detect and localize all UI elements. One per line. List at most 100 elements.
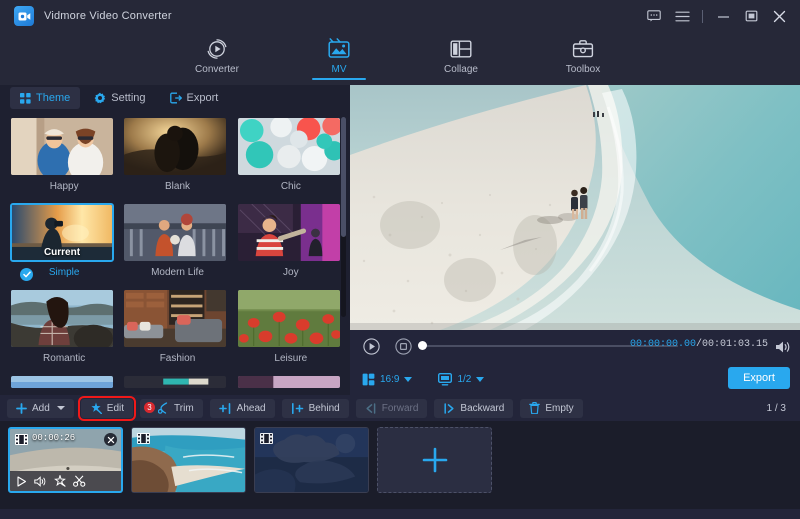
edit-label: Edit xyxy=(107,403,124,414)
chevron-down-icon[interactable] xyxy=(476,377,484,382)
edit-button[interactable]: Edit xyxy=(81,399,133,418)
theme-thumbnail xyxy=(10,289,114,348)
app-title: Vidmore Video Converter xyxy=(44,10,172,22)
add-clip-button[interactable] xyxy=(377,427,492,493)
trim-label: Trim xyxy=(174,403,194,414)
tab-theme-label: Theme xyxy=(36,92,70,104)
behind-button[interactable]: Behind xyxy=(282,399,349,418)
theme-row: Current Simple Modern Life xyxy=(0,203,350,279)
theme-thumbnail xyxy=(10,375,114,389)
theme-item-partial[interactable] xyxy=(123,375,231,389)
theme-panel-scrollbar[interactable] xyxy=(341,117,346,317)
theme-thumbnail xyxy=(123,375,227,389)
converter-icon xyxy=(206,37,228,61)
theme-row-partial xyxy=(0,375,350,389)
theme-grid: Happy Blank Chic xyxy=(0,111,350,395)
seek-handle[interactable] xyxy=(418,341,427,350)
theme-item-modern-life[interactable]: Modern Life xyxy=(123,203,231,279)
timeline-clip[interactable] xyxy=(254,427,369,493)
tab-setting-label: Setting xyxy=(111,92,145,104)
trim-icon xyxy=(158,402,169,414)
minimize-icon[interactable] xyxy=(710,3,736,29)
export-button[interactable]: Export xyxy=(728,367,790,389)
trash-icon xyxy=(529,402,540,414)
theme-label: Leisure xyxy=(237,352,345,365)
theme-row: Romantic Fashion Leisure xyxy=(0,289,350,365)
theme-item-romantic[interactable]: Romantic xyxy=(10,289,118,365)
play-icon[interactable] xyxy=(360,335,382,357)
clip-duration: 00:00:26 xyxy=(32,433,75,443)
tab-setting[interactable]: Setting xyxy=(84,87,155,109)
forward-icon xyxy=(365,403,377,414)
export-icon xyxy=(170,92,182,104)
trim-button[interactable]: 3 Trim xyxy=(140,399,203,418)
backward-button[interactable]: Backward xyxy=(434,399,513,418)
volume-icon[interactable] xyxy=(774,338,792,356)
theme-item-joy[interactable]: Joy xyxy=(237,203,345,279)
theme-current-badge: Current xyxy=(12,247,112,258)
theme-thumbnail xyxy=(123,117,227,176)
magic-wand-icon xyxy=(90,402,102,414)
timeline-track: 00:00:26 xyxy=(8,427,792,505)
clip-play-icon[interactable] xyxy=(16,476,27,487)
timeline-clip[interactable] xyxy=(131,427,246,493)
chevron-down-icon[interactable] xyxy=(404,377,412,382)
nav-label-mv: MV xyxy=(332,64,347,75)
empty-button[interactable]: Empty xyxy=(520,399,582,418)
theme-item-leisure[interactable]: Leisure xyxy=(237,289,345,365)
theme-panel: Theme Setting Export Happy xyxy=(0,85,350,395)
theme-label: Fashion xyxy=(123,352,231,365)
menu-icon[interactable] xyxy=(669,3,695,29)
clip-remove-icon[interactable] xyxy=(104,433,117,446)
ahead-button[interactable]: Ahead xyxy=(210,399,275,418)
theme-item-simple[interactable]: Current Simple xyxy=(10,203,118,279)
clip-timeline: 00:00:26 xyxy=(0,421,800,519)
player-controls: 00:00:00.00/00:01:03.15 16:9 1/2 Export xyxy=(350,330,800,395)
chevron-down-icon[interactable] xyxy=(57,406,65,410)
clip-cut-icon[interactable] xyxy=(73,475,86,487)
nav-tab-mv[interactable]: MV xyxy=(302,32,376,80)
forward-button[interactable]: Forward xyxy=(356,399,428,418)
theme-item-partial[interactable] xyxy=(10,375,118,389)
plus-icon xyxy=(420,445,450,475)
theme-item-chic[interactable]: Chic xyxy=(237,117,345,193)
ahead-label: Ahead xyxy=(237,403,266,414)
grid-icon xyxy=(20,93,31,104)
scrollbar-thumb[interactable] xyxy=(341,117,346,237)
theme-row: Happy Blank Chic xyxy=(0,117,350,193)
nav-tab-converter[interactable]: Converter xyxy=(180,32,254,80)
feedback-icon[interactable] xyxy=(641,3,667,29)
plus-icon xyxy=(16,403,27,414)
theme-label: Happy xyxy=(10,180,118,193)
backward-label: Backward xyxy=(460,403,504,414)
theme-item-partial[interactable] xyxy=(237,375,345,389)
theme-item-blank[interactable]: Blank xyxy=(123,117,231,193)
tab-export[interactable]: Export xyxy=(160,87,229,109)
nav-tab-collage[interactable]: Collage xyxy=(424,32,498,80)
theme-item-happy[interactable]: Happy xyxy=(10,117,118,193)
add-button[interactable]: Add xyxy=(7,399,74,418)
timeline-clip[interactable]: 00:00:26 xyxy=(8,427,123,493)
app-logo-icon xyxy=(14,6,34,26)
clip-effects-icon[interactable] xyxy=(54,475,66,487)
clip-volume-icon[interactable] xyxy=(34,476,47,487)
theme-item-fashion[interactable]: Fashion xyxy=(123,289,231,365)
theme-label: Chic xyxy=(237,180,345,193)
aspect-ratio-selector[interactable]: 16:9 xyxy=(362,373,412,386)
theme-thumbnail xyxy=(123,289,227,348)
trim-count-badge: 3 xyxy=(144,402,155,413)
app-window: Vidmore Video Converter xyxy=(0,0,800,519)
gear-icon xyxy=(94,92,106,104)
close-icon[interactable] xyxy=(766,3,792,29)
nav-tab-toolbox[interactable]: Toolbox xyxy=(546,32,620,80)
tab-theme[interactable]: Theme xyxy=(10,87,80,109)
theme-label: Blank xyxy=(123,180,231,193)
stop-icon[interactable] xyxy=(392,335,414,357)
theme-thumbnail xyxy=(10,117,114,176)
quality-selector[interactable]: 1/2 xyxy=(438,373,484,386)
forward-label: Forward xyxy=(382,403,419,414)
theme-thumbnail xyxy=(123,203,227,262)
video-preview[interactable] xyxy=(350,85,800,330)
maximize-icon[interactable] xyxy=(738,3,764,29)
page-counter: 1 / 3 xyxy=(767,403,786,414)
